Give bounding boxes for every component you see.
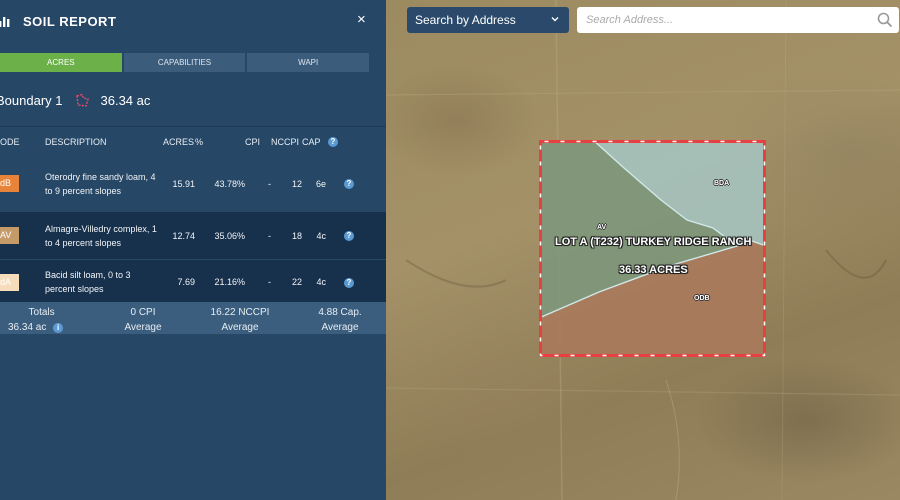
totals-cpi-sub: Average [124,322,162,333]
search-type-label: Search by Address [415,13,516,27]
totals-cap-cell: 4.88 Cap. Average [314,305,366,335]
totals-label: Totals [28,307,55,318]
report-tabs: ACRES CAPABILITIES WAPI [0,53,370,72]
info-icon[interactable]: i [53,323,64,333]
soil-cap: 4c [302,259,326,305]
satellite-map[interactable]: Search by Address AV BDA ODB L [386,0,900,500]
parcel-soil-polygons [538,139,767,357]
soil-code-chip: dB [0,175,19,193]
totals-acres: 36.34 ac [8,322,47,333]
totals-row: Totals 36.34 ac i 0 CPI Average 16.22 NC… [0,302,386,334]
cap-help-cell: ? [326,126,386,157]
totals-nccpi-value: 16.22 NCCPI [210,307,270,318]
soil-code-chip: AV [0,227,19,244]
info-icon[interactable]: ? [344,231,354,241]
col-header-nccpi: NCCPI [271,126,302,157]
close-icon[interactable]: × [357,11,366,28]
col-header-cpi: CPI [245,126,271,157]
totals-cap-sub: Average [321,322,359,333]
soil-cap: 6e [315,178,326,189]
panel-header: SOIL REPORT × [0,0,386,42]
soil-nccpi: 22 [271,259,302,305]
soil-acres: 15.91 [172,178,195,189]
soil-description: Almagre-Villedry complex, 1 to 4 percent… [45,211,163,260]
parcel-acres-label: 36.33 ACRES [619,264,688,276]
col-header-cap: CAP [302,126,326,157]
parcel-boundary[interactable]: AV BDA ODB LOT A (T232) TURKEY RIDGE RAN… [538,139,767,357]
boundary-summary: Boundary 1 36.34 ac [0,93,150,108]
soil-cpi: - [245,211,271,260]
totals-cpi-value: 0 CPI [130,307,156,318]
chevron-down-icon [551,17,559,22]
tab-capabilities[interactable]: CAPABILITIES [123,53,246,72]
soil-cpi: - [268,178,271,189]
soil-description: Oterodry fine sandy loam, 4 to 9 percent… [45,171,156,196]
soil-code-chip: dA [0,273,19,291]
totals-nccpi-cell: 16.22 NCCPI Average [208,305,272,335]
address-search-box[interactable] [577,7,899,33]
boundary-name: Boundary 1 [0,93,63,108]
boundary-shape-icon [75,93,89,107]
totals-nccpi-sub: Average [221,322,259,333]
panel-title: SOIL REPORT [23,13,117,29]
bar-chart-icon [0,17,10,27]
search-icon[interactable] [877,12,893,28]
soil-acres: 12.74 [163,211,195,260]
soil-label-av: AV [597,224,607,231]
soil-table: ODE DESCRIPTION ACRES % CPI NCCPI CAP ? … [0,126,386,305]
col-header-percent: % [195,126,245,157]
col-header-description: DESCRIPTION [45,126,163,157]
col-header-acres: ACRES [163,126,195,157]
soil-percent: 35.06% [195,211,245,260]
tab-acres[interactable]: ACRES [0,53,122,72]
help-icon[interactable]: ? [328,137,338,148]
boundary-acres: 36.34 ac [100,93,151,108]
totals-cpi-cell: 0 CPI Average [122,305,164,335]
info-icon[interactable]: ? [344,179,354,190]
totals-label-cell: Totals 36.34 ac i [8,305,64,335]
soil-description: Bacid silt loam, 0 to 3 percent slopes [45,259,163,305]
search-type-dropdown[interactable]: Search by Address [407,7,569,33]
soil-report-panel: SOIL REPORT × ACRES CAPABILITIES WAPI Bo… [0,0,386,500]
soil-nccpi: 12 [291,178,302,189]
parcel-name-label: LOT A (T232) TURKEY RIDGE RANCH [555,236,752,248]
soil-percent: 43.78% [214,178,245,189]
soil-label-odb: ODB [694,295,710,302]
soil-nccpi: 18 [271,211,302,260]
soil-cap: 4c [302,211,326,260]
table-header-row: ODE DESCRIPTION ACRES % CPI NCCPI CAP ? [0,126,386,157]
info-icon[interactable]: ? [344,277,354,288]
soil-percent: 21.16% [195,259,245,305]
col-header-code: ODE [0,126,45,157]
address-search-input[interactable] [586,14,866,26]
table-row[interactable]: dA Bacid silt loam, 0 to 3 percent slope… [0,259,386,305]
totals-cap-value: 4.88 Cap. [318,307,362,318]
tab-wapi[interactable]: WAPI [247,53,370,72]
soil-acres: 7.69 [163,259,195,305]
soil-label-bda: BDA [714,180,730,187]
table-row[interactable]: dB Oterodry fine sandy loam, 4 to 9 perc… [0,156,386,212]
soil-cpi: - [245,259,271,305]
table-row[interactable]: AV Almagre-Villedry complex, 1 to 4 perc… [0,211,386,260]
